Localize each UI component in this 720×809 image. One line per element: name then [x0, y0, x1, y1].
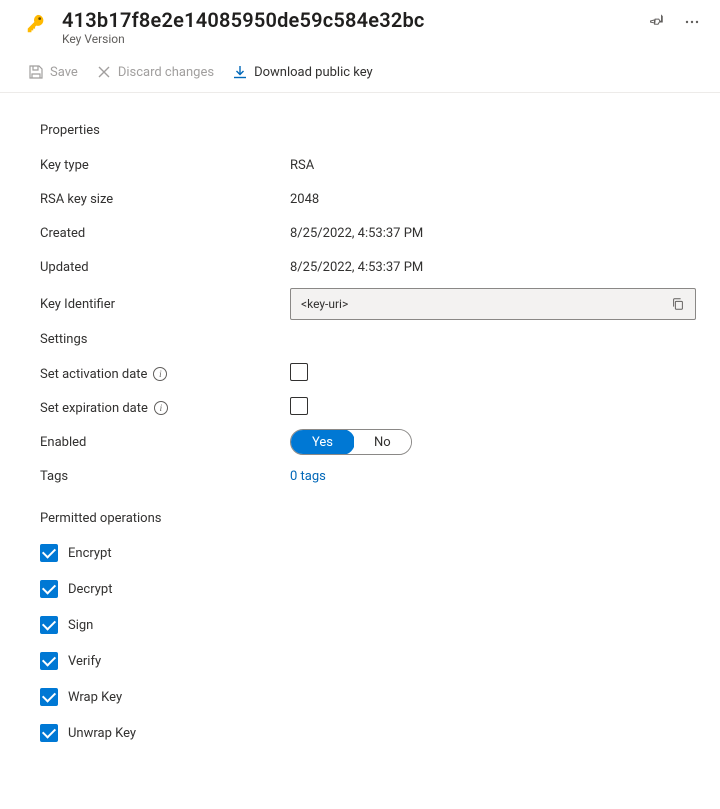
save-icon	[28, 64, 44, 80]
updated-label: Updated	[40, 260, 290, 275]
permitted-operation-label: Encrypt	[68, 546, 112, 561]
permitted-operation-item: Decrypt	[40, 572, 696, 608]
set-activation-label: Set activation date	[40, 367, 147, 382]
permitted-operation-checkbox[interactable]	[40, 544, 58, 562]
page-header: 413b17f8e2e14085950de59c584e32bc Key Ver…	[0, 0, 720, 46]
updated-value: 8/25/2022, 4:53:37 PM	[290, 260, 696, 275]
tags-link[interactable]: 0 tags	[290, 469, 326, 484]
set-expiration-label: Set expiration date	[40, 401, 148, 416]
rsa-key-size-value: 2048	[290, 192, 696, 207]
permitted-operation-label: Decrypt	[68, 582, 112, 597]
close-icon	[96, 64, 112, 80]
rsa-key-size-label: RSA key size	[40, 192, 290, 207]
permitted-operation-checkbox[interactable]	[40, 652, 58, 670]
created-value: 8/25/2022, 4:53:37 PM	[290, 226, 696, 241]
info-icon[interactable]: i	[153, 367, 167, 381]
enabled-label: Enabled	[40, 435, 290, 450]
permitted-operation-label: Unwrap Key	[68, 726, 136, 741]
settings-heading: Settings	[40, 332, 696, 347]
permitted-operations-list: Encrypt Decrypt Sign Verify Wrap Key Unwrap K…	[40, 536, 696, 752]
key-type-value: RSA	[290, 158, 696, 173]
key-icon	[22, 10, 50, 38]
permitted-operations-heading: Permitted operations	[40, 511, 696, 526]
permitted-operation-checkbox[interactable]	[40, 724, 58, 742]
download-public-key-button[interactable]: Download public key	[226, 60, 379, 84]
set-expiration-checkbox[interactable]	[290, 397, 308, 415]
permitted-operation-item: Sign	[40, 608, 696, 644]
permitted-operation-item: Wrap Key	[40, 680, 696, 716]
key-identifier-label: Key Identifier	[40, 297, 290, 312]
enabled-yes-option[interactable]: Yes	[290, 429, 355, 455]
discard-button: Discard changes	[90, 60, 220, 84]
permitted-operation-label: Verify	[68, 654, 101, 669]
info-icon[interactable]: i	[154, 401, 168, 415]
set-activation-checkbox[interactable]	[290, 363, 308, 381]
enabled-no-option[interactable]: No	[354, 430, 411, 454]
pin-icon[interactable]	[648, 12, 668, 32]
copy-icon	[671, 297, 685, 311]
permitted-operation-item: Encrypt	[40, 536, 696, 572]
key-type-label: Key type	[40, 158, 290, 173]
permitted-operation-item: Verify	[40, 644, 696, 680]
enabled-toggle: Yes No	[290, 429, 412, 455]
page-title: 413b17f8e2e14085950de59c584e32bc	[62, 8, 640, 32]
permitted-operation-item: Unwrap Key	[40, 716, 696, 752]
download-icon	[232, 64, 248, 80]
permitted-operation-checkbox[interactable]	[40, 688, 58, 706]
created-label: Created	[40, 226, 290, 241]
permitted-operation-checkbox[interactable]	[40, 580, 58, 598]
discard-label: Discard changes	[118, 65, 214, 80]
save-button: Save	[22, 60, 84, 84]
copy-button[interactable]	[661, 289, 695, 319]
tags-label: Tags	[40, 469, 290, 484]
more-icon[interactable]	[682, 12, 702, 32]
properties-heading: Properties	[40, 123, 696, 138]
command-bar: Save Discard changes Download public key	[0, 52, 720, 93]
permitted-operation-checkbox[interactable]	[40, 616, 58, 634]
page-subtitle: Key Version	[62, 32, 640, 46]
permitted-operation-label: Sign	[68, 618, 93, 633]
permitted-operation-label: Wrap Key	[68, 690, 122, 705]
key-identifier-field	[290, 288, 696, 320]
save-label: Save	[50, 65, 78, 80]
download-label: Download public key	[254, 65, 373, 80]
key-identifier-input[interactable]	[291, 291, 661, 317]
